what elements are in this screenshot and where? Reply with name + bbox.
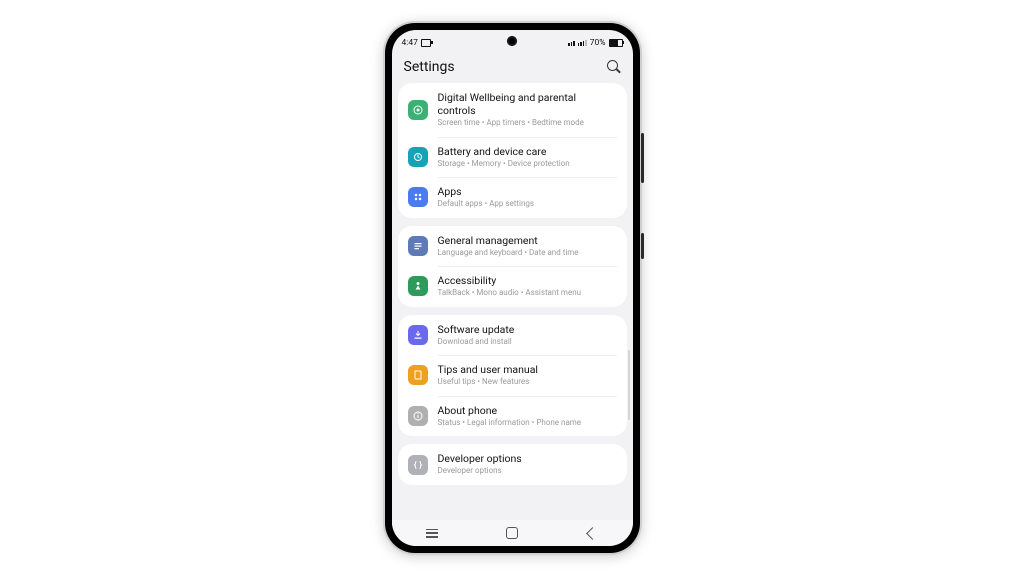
settings-item-label: Tips and user manual bbox=[438, 363, 538, 376]
settings-item-subtitle: Status • Legal information • Phone name bbox=[438, 418, 582, 428]
battery-icon bbox=[609, 39, 623, 47]
signal-icon bbox=[578, 40, 587, 46]
settings-item-label: Accessibility bbox=[438, 274, 582, 287]
video-icon bbox=[421, 39, 431, 47]
scrollbar[interactable] bbox=[628, 350, 630, 420]
settings-item-developer-options[interactable]: Developer optionsDeveloper options bbox=[398, 444, 627, 485]
settings-item-label: General management bbox=[438, 234, 579, 247]
status-time: 4:47 bbox=[402, 38, 418, 48]
settings-item-battery-device-care[interactable]: Battery and device careStorage • Memory … bbox=[398, 137, 627, 178]
phone-frame: 4:47 70% Settings Digital Wellbeing and … bbox=[385, 23, 640, 553]
nav-bar bbox=[392, 520, 633, 546]
settings-item-text: General managementLanguage and keyboard … bbox=[438, 234, 579, 259]
settings-item-text: Developer optionsDeveloper options bbox=[438, 452, 522, 477]
nav-home[interactable] bbox=[505, 526, 519, 540]
settings-group: Developer optionsDeveloper options bbox=[398, 444, 627, 485]
settings-item-text: Software updateDownload and install bbox=[438, 323, 515, 348]
care-icon bbox=[408, 147, 428, 167]
nav-recents[interactable] bbox=[425, 526, 439, 540]
phone-screen: 4:47 70% Settings Digital Wellbeing and … bbox=[392, 30, 633, 546]
settings-item-text: Digital Wellbeing and parental controlsS… bbox=[438, 91, 617, 129]
settings-item-label: Software update bbox=[438, 323, 515, 336]
settings-item-label: Apps bbox=[438, 185, 535, 198]
person-icon bbox=[408, 276, 428, 296]
settings-list[interactable]: Digital Wellbeing and parental controlsS… bbox=[392, 83, 633, 485]
stage: 4:47 70% Settings Digital Wellbeing and … bbox=[0, 0, 1024, 576]
settings-group: Digital Wellbeing and parental controlsS… bbox=[398, 83, 627, 218]
page-title: Settings bbox=[404, 59, 455, 75]
app-header: Settings bbox=[392, 53, 633, 83]
settings-item-subtitle: Language and keyboard • Date and time bbox=[438, 248, 579, 258]
settings-item-text: About phoneStatus • Legal information • … bbox=[438, 404, 582, 429]
nav-back[interactable] bbox=[585, 526, 599, 540]
settings-item-general-management[interactable]: General managementLanguage and keyboard … bbox=[398, 226, 627, 267]
settings-item-text: Tips and user manualUseful tips • New fe… bbox=[438, 363, 538, 388]
settings-item-software-update[interactable]: Software updateDownload and install bbox=[398, 315, 627, 356]
settings-item-subtitle: Download and install bbox=[438, 337, 515, 347]
search-icon[interactable] bbox=[607, 60, 621, 74]
settings-item-text: Battery and device careStorage • Memory … bbox=[438, 145, 570, 170]
settings-item-subtitle: Screen time • App timers • Bedtime mode bbox=[438, 118, 617, 128]
info-icon bbox=[408, 406, 428, 426]
power-button bbox=[641, 233, 644, 259]
settings-item-subtitle: Default apps • App settings bbox=[438, 199, 535, 209]
settings-item-tips-user-manual[interactable]: Tips and user manualUseful tips • New fe… bbox=[398, 355, 627, 396]
wifi-icon bbox=[568, 41, 575, 46]
settings-item-accessibility[interactable]: AccessibilityTalkBack • Mono audio • Ass… bbox=[398, 266, 627, 307]
front-camera bbox=[507, 36, 517, 46]
settings-item-digital-wellbeing[interactable]: Digital Wellbeing and parental controlsS… bbox=[398, 83, 627, 137]
settings-item-label: Digital Wellbeing and parental controls bbox=[438, 91, 617, 117]
volume-button bbox=[641, 133, 644, 183]
settings-item-subtitle: TalkBack • Mono audio • Assistant menu bbox=[438, 288, 582, 298]
settings-item-about-phone[interactable]: About phoneStatus • Legal information • … bbox=[398, 396, 627, 437]
grid-icon bbox=[408, 187, 428, 207]
settings-item-label: About phone bbox=[438, 404, 582, 417]
lines-icon bbox=[408, 236, 428, 256]
settings-item-label: Battery and device care bbox=[438, 145, 570, 158]
settings-item-text: AppsDefault apps • App settings bbox=[438, 185, 535, 210]
download-icon bbox=[408, 325, 428, 345]
status-battery-pct: 70% bbox=[590, 38, 606, 48]
settings-item-label: Developer options bbox=[438, 452, 522, 465]
braces-icon bbox=[408, 455, 428, 475]
target-icon bbox=[408, 100, 428, 120]
settings-item-subtitle: Storage • Memory • Device protection bbox=[438, 159, 570, 169]
book-icon bbox=[408, 365, 428, 385]
settings-group: Software updateDownload and install Tips … bbox=[398, 315, 627, 437]
settings-item-apps[interactable]: AppsDefault apps • App settings bbox=[398, 177, 627, 218]
settings-group: General managementLanguage and keyboard … bbox=[398, 226, 627, 307]
settings-item-text: AccessibilityTalkBack • Mono audio • Ass… bbox=[438, 274, 582, 299]
settings-item-subtitle: Developer options bbox=[438, 466, 522, 476]
settings-item-subtitle: Useful tips • New features bbox=[438, 377, 538, 387]
